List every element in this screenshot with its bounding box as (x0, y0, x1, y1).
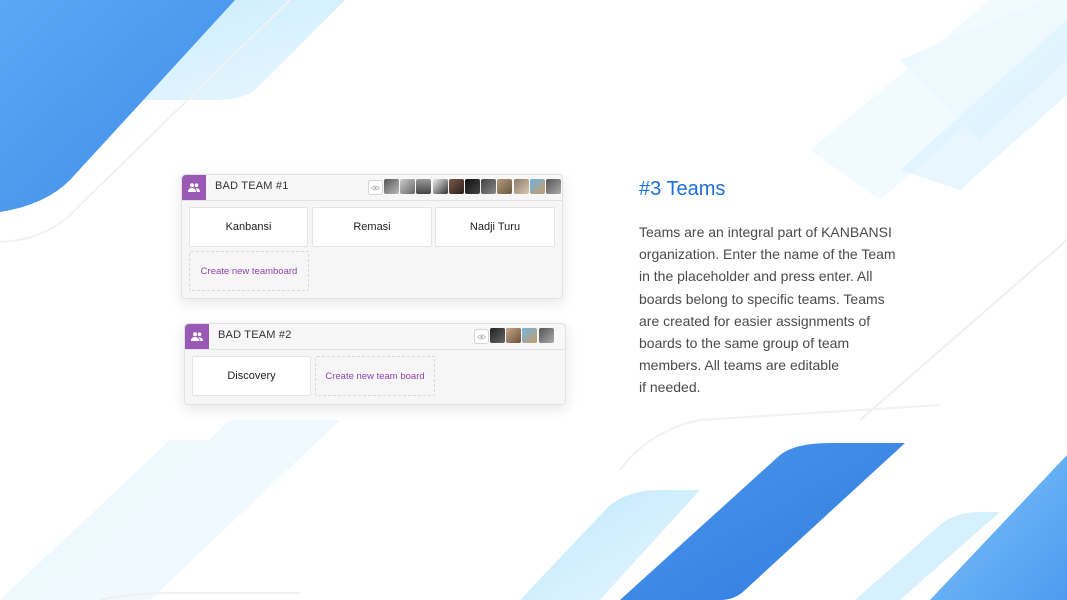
team-name[interactable]: BAD TEAM #2 (218, 329, 292, 341)
eye-icon-glyph (477, 334, 486, 339)
avatar[interactable] (384, 179, 399, 194)
section-title: #3 Teams (639, 178, 726, 200)
member-avatars (490, 328, 555, 343)
team-board-tile[interactable]: Nadji Turu (435, 207, 555, 247)
member-avatars (384, 179, 562, 194)
eye-icon[interactable] (474, 329, 489, 344)
avatar[interactable] (506, 328, 522, 343)
description-line: Teams are an integral part of KANBANSI (639, 224, 892, 240)
team-name[interactable]: BAD TEAM #1 (215, 180, 289, 192)
description-line: boards belong to specific teams. Teams (639, 290, 885, 307)
team-people-icon[interactable] (185, 324, 209, 349)
team-board-tile[interactable]: Remasi (312, 207, 432, 247)
team-board-tile[interactable]: Kanbansi (189, 207, 308, 247)
avatar[interactable] (497, 179, 513, 194)
eye-icon-glyph (371, 185, 380, 190)
description-line: if needed. (639, 379, 701, 396)
avatar[interactable] (416, 179, 432, 194)
eye-icon[interactable] (368, 180, 383, 195)
description-line: organization. Enter the name of the Team (639, 246, 896, 263)
team-card: BAD TEAM #1 Kanbansi Remasi Nadji Turu C… (181, 174, 563, 299)
team-people-icon[interactable] (182, 175, 206, 200)
avatar[interactable] (490, 328, 505, 343)
description-line: members. All teams are editable (639, 357, 839, 374)
avatar[interactable] (464, 179, 480, 194)
background-decoration (0, 0, 1067, 600)
team-people-icon-glyph (188, 183, 200, 192)
team-header: BAD TEAM #2 (185, 324, 565, 350)
create-team-board-button[interactable]: Create new team board (315, 356, 435, 396)
avatar[interactable] (432, 179, 448, 194)
description-line: in the placeholder and press enter. All (639, 268, 873, 285)
team-people-icon-glyph (191, 332, 203, 341)
avatar[interactable] (513, 179, 529, 194)
section-description: Teams are an integral part of KANBANSI o… (639, 221, 896, 399)
avatar[interactable] (400, 179, 416, 194)
avatar[interactable] (538, 328, 554, 343)
description-line: boards to the same group of team (639, 335, 850, 352)
avatar[interactable] (545, 179, 561, 194)
create-teamboard-button[interactable]: Create new teamboard (189, 251, 309, 291)
avatar[interactable] (481, 179, 497, 194)
avatar[interactable] (448, 179, 464, 194)
avatar[interactable] (529, 179, 545, 194)
team-board-tile[interactable]: Discovery (192, 356, 311, 396)
team-header: BAD TEAM #1 (182, 175, 562, 201)
team-card: BAD TEAM #2 Discovery Create new team bo… (184, 323, 566, 405)
description-line: are created for easier assignments of (639, 312, 871, 329)
avatar[interactable] (522, 328, 538, 343)
